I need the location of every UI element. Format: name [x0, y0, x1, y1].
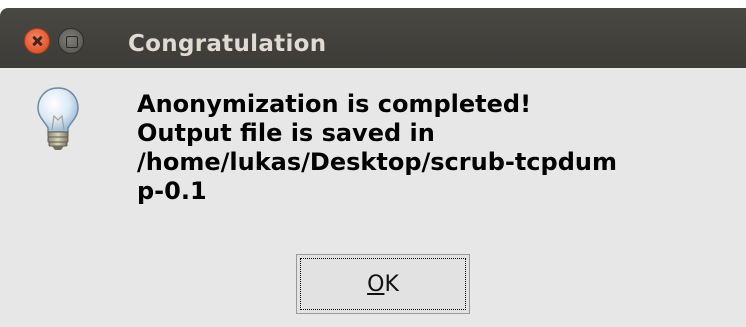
dialog-body: Anonymization is completed! Output file …	[0, 68, 746, 327]
ok-button-label: K	[384, 271, 399, 297]
ok-button[interactable]: OK	[296, 254, 470, 314]
title-bar[interactable]: Congratulation	[0, 8, 746, 68]
window-minimize-icon[interactable]	[58, 28, 84, 54]
message-line: /home/lukas/Desktop/scrub-tcpdum	[137, 148, 617, 176]
window-title: Congratulation	[128, 31, 327, 57]
lightbulb-icon	[37, 87, 79, 150]
message-line: Anonymization is completed!	[137, 90, 532, 118]
message-line: p-0.1	[137, 177, 207, 205]
close-icon[interactable]	[24, 28, 50, 54]
ok-button-focus-ring[interactable]: OK	[300, 258, 466, 310]
dialog-message: Anonymization is completed! Output file …	[137, 90, 743, 206]
message-line: Output file is saved in	[137, 119, 435, 147]
ok-button-mnemonic: O	[367, 271, 385, 297]
dialog-window: Congratulation Anonymization is complete…	[0, 0, 746, 327]
